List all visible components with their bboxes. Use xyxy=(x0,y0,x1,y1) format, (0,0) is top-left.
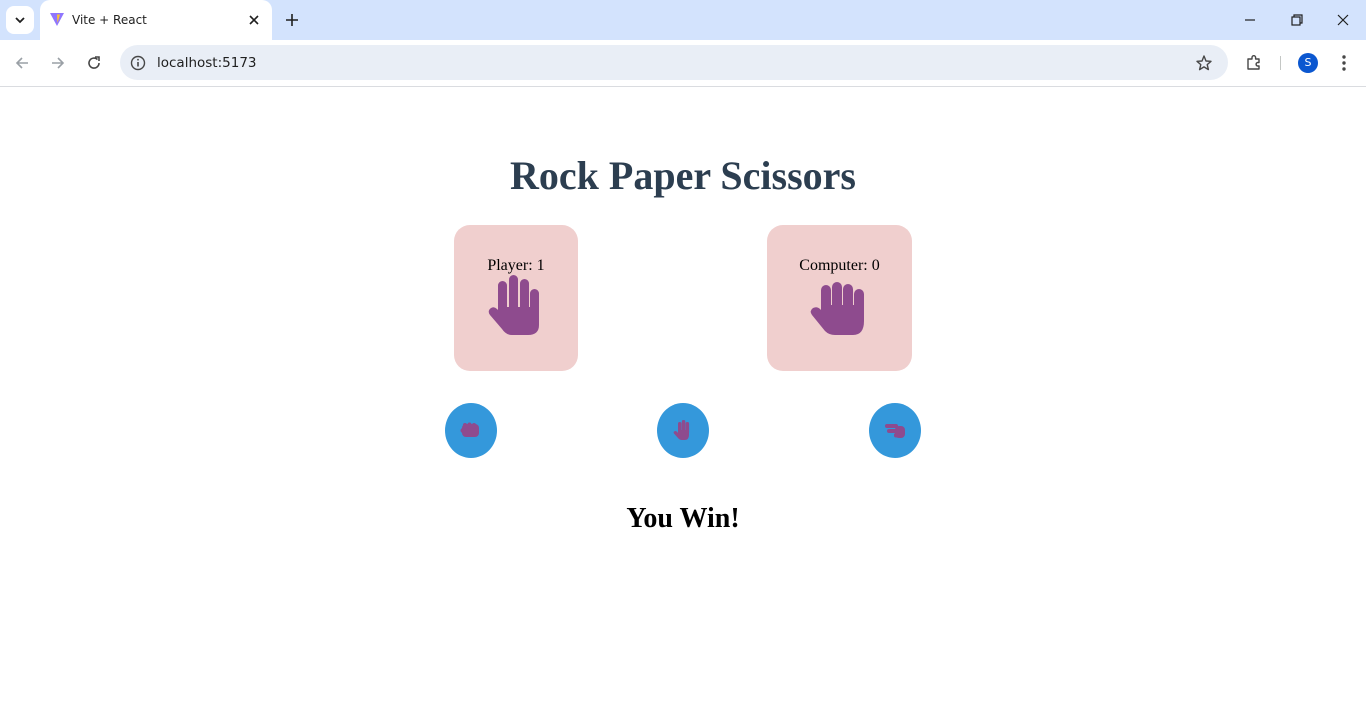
tab-search-button[interactable] xyxy=(6,6,34,34)
rock-button[interactable] xyxy=(445,403,497,458)
result-message: You Win! xyxy=(626,503,740,534)
chevron-down-icon xyxy=(15,17,25,24)
scissors-hand-icon xyxy=(885,424,905,438)
forward-arrow-icon[interactable] xyxy=(48,53,68,73)
back-arrow-icon[interactable] xyxy=(12,53,32,73)
bookmark-star-icon[interactable] xyxy=(1194,53,1214,73)
computer-score-label: Computer: 0 xyxy=(799,257,880,274)
extensions-puzzle-icon[interactable] xyxy=(1244,53,1264,73)
paper-hand-icon xyxy=(673,420,690,440)
paper-button[interactable] xyxy=(657,403,709,458)
new-tab-icon[interactable] xyxy=(283,11,301,29)
minimize-icon[interactable] xyxy=(1241,11,1259,29)
browser-tab-strip: Vite + React xyxy=(0,0,1366,40)
close-tab-icon[interactable] xyxy=(246,12,262,28)
player-score-card: Player: 1 xyxy=(454,225,578,371)
reload-icon[interactable] xyxy=(84,53,104,73)
rock-fist-icon xyxy=(460,422,479,437)
url-text: localhost:5173 xyxy=(157,55,257,71)
close-window-icon[interactable] xyxy=(1334,11,1352,29)
page-title: Rock Paper Scissors xyxy=(510,153,856,198)
restore-icon[interactable] xyxy=(1288,11,1306,29)
site-info-icon[interactable] xyxy=(129,54,147,72)
profile-avatar[interactable]: S xyxy=(1298,53,1318,73)
tab-title: Vite + React xyxy=(72,13,147,27)
address-bar[interactable]: localhost:5173 xyxy=(120,45,1228,80)
computer-score-card: Computer: 0 xyxy=(767,225,912,371)
paper-hand-icon xyxy=(810,282,864,335)
vite-logo-icon xyxy=(50,13,64,26)
active-tab[interactable]: Vite + React xyxy=(40,0,272,40)
scissors-button[interactable] xyxy=(869,403,921,458)
browser-toolbar: localhost:5173 S xyxy=(0,40,1366,87)
paper-hand-icon xyxy=(488,275,539,335)
more-menu-icon[interactable] xyxy=(1335,53,1353,73)
toolbar-divider xyxy=(1280,56,1281,70)
